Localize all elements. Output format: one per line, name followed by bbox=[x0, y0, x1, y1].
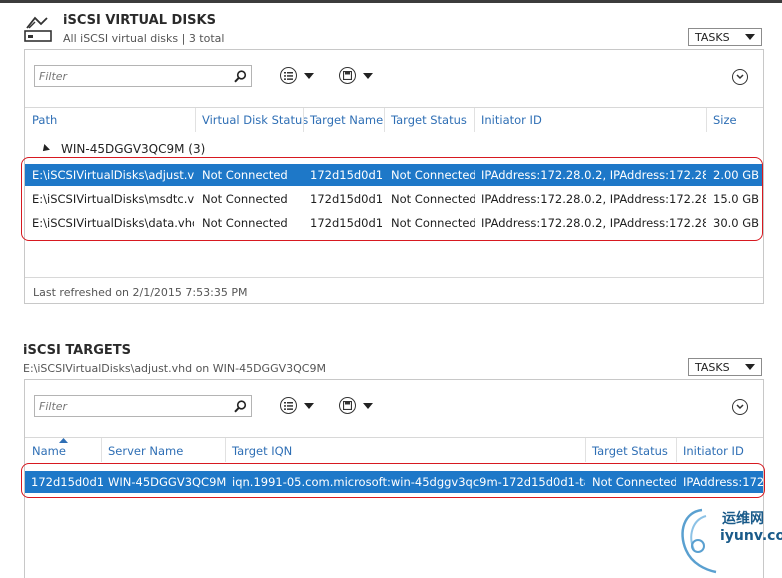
targets-subtitle: E:\iSCSIVirtualDisks\adjust.vhd on WIN-4… bbox=[23, 362, 326, 375]
watermark-cn: 运维网 bbox=[722, 511, 764, 527]
column-header-target-status[interactable]: Target Status bbox=[592, 444, 668, 458]
list-icon bbox=[280, 397, 297, 414]
save-icon bbox=[339, 397, 356, 414]
sort-ascending-icon bbox=[59, 438, 68, 443]
list-view-options-button[interactable] bbox=[280, 67, 314, 84]
expand-collapse-button[interactable] bbox=[732, 69, 748, 85]
column-header-path[interactable]: Path bbox=[32, 113, 57, 127]
column-separator bbox=[195, 108, 196, 132]
save-icon bbox=[339, 67, 356, 84]
column-separator bbox=[706, 108, 707, 132]
red-annotation-box bbox=[21, 157, 763, 241]
column-header-target-status[interactable]: Target Status bbox=[391, 113, 467, 127]
list-view-options-button[interactable] bbox=[280, 397, 314, 414]
column-separator bbox=[676, 438, 677, 462]
column-header-name[interactable]: Name bbox=[32, 444, 66, 458]
column-header-size[interactable]: Size bbox=[713, 113, 737, 127]
column-separator bbox=[225, 438, 226, 462]
column-header-target-iqn[interactable]: Target IQN bbox=[232, 444, 292, 458]
targets-filter-input[interactable]: Filter bbox=[34, 395, 252, 417]
tasks-label: TASKS bbox=[695, 360, 730, 374]
column-separator bbox=[303, 108, 304, 132]
site-watermark: 运维网 iyunv.com bbox=[676, 502, 782, 578]
list-icon bbox=[280, 67, 297, 84]
status-divider bbox=[25, 277, 763, 278]
virtual-disks-tasks-button[interactable]: TASKS bbox=[688, 28, 762, 46]
targets-header-row: Name Server Name Target IQN Target Statu… bbox=[25, 438, 763, 462]
expand-collapse-button[interactable] bbox=[732, 399, 748, 415]
last-refreshed-text: Last refreshed on 2/1/2015 7:53:35 PM bbox=[33, 286, 248, 299]
column-separator bbox=[585, 438, 586, 462]
chevron-down-circle-icon bbox=[732, 399, 748, 415]
chevron-down-icon bbox=[745, 34, 755, 40]
column-separator bbox=[384, 108, 385, 132]
chevron-down-icon bbox=[363, 402, 373, 409]
tasks-label: TASKS bbox=[695, 30, 730, 44]
chevron-down-icon bbox=[363, 72, 373, 79]
chevron-down-icon bbox=[745, 364, 755, 370]
column-header-initiator-id[interactable]: Initiator ID bbox=[481, 113, 542, 127]
red-annotation-box bbox=[21, 463, 765, 498]
virtual-disks-filter-input[interactable]: Filter bbox=[34, 65, 252, 87]
filter-placeholder: Filter bbox=[39, 399, 68, 413]
chevron-down-icon bbox=[304, 72, 314, 79]
column-header-disk-status[interactable]: Virtual Disk Status bbox=[202, 113, 308, 127]
chevron-down-icon bbox=[304, 402, 314, 409]
targets-title: iSCSI TARGETS bbox=[23, 343, 132, 358]
virtual-disks-header-row: Path Virtual Disk Status Target Name Tar… bbox=[25, 108, 763, 132]
server-group-label: WIN-45DGGV3QC9M (3) bbox=[61, 142, 206, 156]
watermark-logo-icon bbox=[681, 508, 717, 574]
search-icon[interactable] bbox=[234, 70, 247, 83]
virtual-disks-subtitle: All iSCSI virtual disks | 3 total bbox=[63, 32, 225, 45]
column-separator bbox=[474, 108, 475, 132]
collapse-triangle-icon[interactable] bbox=[40, 144, 50, 154]
column-separator bbox=[101, 438, 102, 462]
chevron-down-circle-icon bbox=[732, 69, 748, 85]
search-icon[interactable] bbox=[234, 400, 247, 413]
server-group-header[interactable]: WIN-45DGGV3QC9M (3) bbox=[40, 142, 206, 156]
column-header-initiator-id[interactable]: Initiator ID bbox=[683, 444, 744, 458]
save-query-button[interactable] bbox=[339, 397, 373, 414]
virtual-disks-title: iSCSI VIRTUAL DISKS bbox=[63, 13, 216, 28]
column-header-target-name[interactable]: Target Name bbox=[310, 113, 383, 127]
watermark-en: iyunv.com bbox=[720, 528, 782, 544]
window-top-border bbox=[0, 0, 782, 3]
targets-tasks-button[interactable]: TASKS bbox=[688, 358, 762, 376]
column-header-server-name[interactable]: Server Name bbox=[108, 444, 183, 458]
save-query-button[interactable] bbox=[339, 67, 373, 84]
filter-placeholder: Filter bbox=[39, 69, 68, 83]
virtual-disk-icon bbox=[24, 16, 52, 42]
